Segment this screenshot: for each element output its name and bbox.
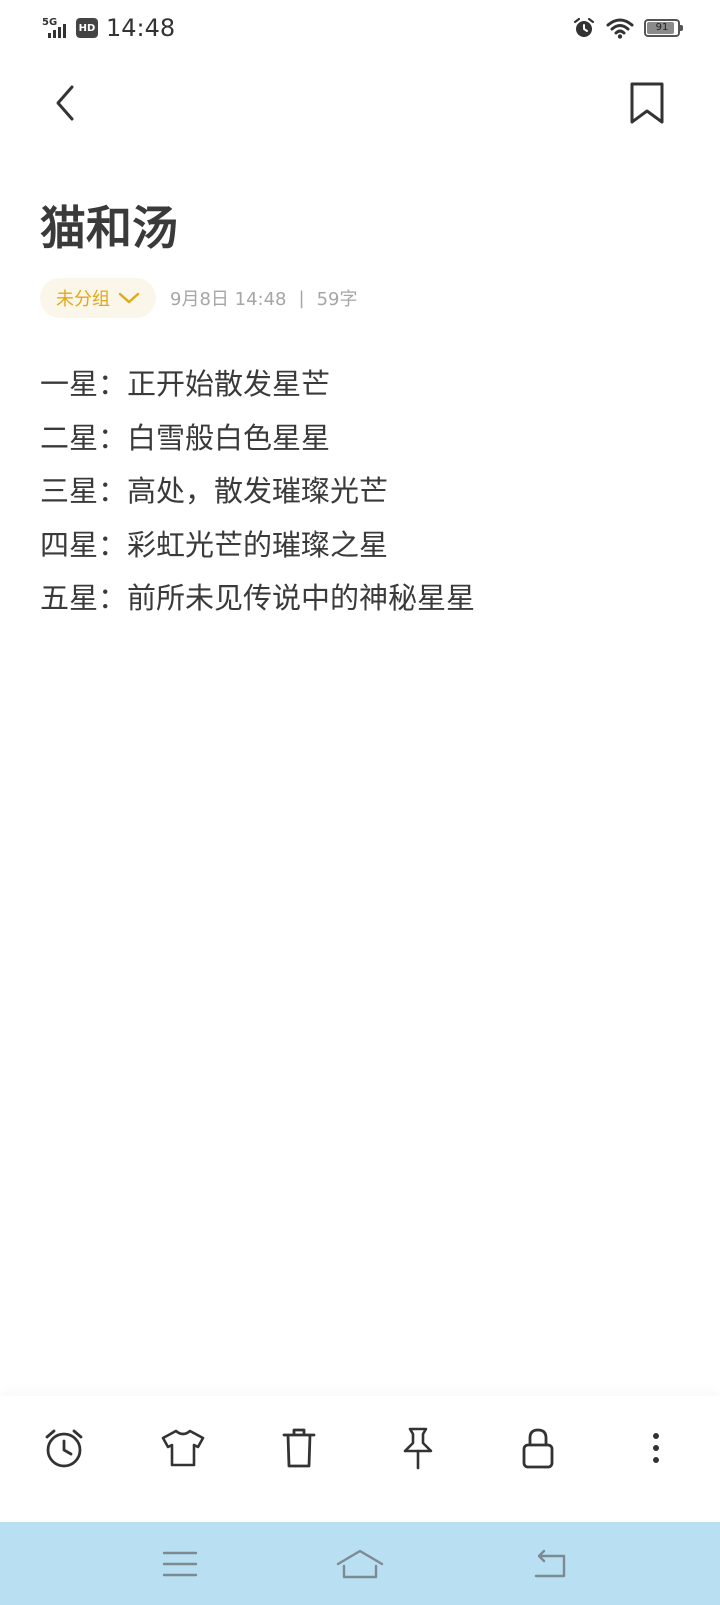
trash-icon bbox=[281, 1427, 317, 1469]
status-time: 14:48 bbox=[106, 14, 176, 42]
nav-back-button[interactable] bbox=[520, 1534, 580, 1594]
lock-button[interactable] bbox=[510, 1420, 566, 1476]
meta-info: 9月8日 14:48 | 59字 bbox=[170, 285, 357, 311]
note-meta: 未分组 9月8日 14:48 | 59字 bbox=[40, 278, 357, 318]
signal-icon: 5G bbox=[40, 14, 74, 42]
alarm-icon bbox=[42, 1426, 86, 1470]
system-nav-bar bbox=[0, 1522, 720, 1605]
chevron-left-icon bbox=[50, 83, 80, 123]
back-button[interactable] bbox=[40, 78, 90, 128]
meta-separator: | bbox=[298, 287, 305, 309]
nav-menu-button[interactable] bbox=[150, 1534, 210, 1594]
home-icon bbox=[336, 1548, 384, 1580]
status-right: 91 bbox=[572, 14, 683, 42]
header-bar bbox=[0, 68, 720, 138]
bookmark-button[interactable] bbox=[622, 78, 672, 128]
reminder-button[interactable] bbox=[36, 1420, 92, 1476]
word-count: 59字 bbox=[316, 289, 358, 310]
note-title[interactable]: 猫和汤 bbox=[40, 198, 178, 258]
note-date: 9月8日 14:48 bbox=[170, 289, 287, 310]
pin-button[interactable] bbox=[390, 1420, 446, 1476]
back-icon bbox=[530, 1548, 570, 1580]
group-label: 未分组 bbox=[56, 289, 110, 310]
chevron-down-icon bbox=[118, 291, 140, 305]
note-line[interactable]: 五星：前所未见传说中的神秘星星 bbox=[40, 572, 680, 626]
theme-shirt-icon bbox=[160, 1428, 206, 1468]
note-line[interactable]: 三星：高处，散发璀璨光芒 bbox=[40, 465, 680, 519]
note-line[interactable]: 四星：彩虹光芒的璀璨之星 bbox=[40, 519, 680, 573]
more-icon bbox=[651, 1431, 661, 1465]
bookmark-icon bbox=[629, 81, 665, 125]
delete-button[interactable] bbox=[271, 1420, 327, 1476]
note-line[interactable]: 一星：正开始散发星芒 bbox=[40, 358, 680, 412]
more-button[interactable] bbox=[628, 1420, 684, 1476]
bottom-toolbar bbox=[0, 1396, 720, 1522]
pin-icon bbox=[401, 1426, 435, 1470]
nav-home-button[interactable] bbox=[330, 1534, 390, 1594]
battery-level: 91 bbox=[655, 22, 669, 33]
status-bar: 5G HD 14:48 91 bbox=[0, 0, 720, 56]
theme-button[interactable] bbox=[155, 1420, 211, 1476]
battery-icon: 91 bbox=[644, 19, 683, 37]
note-line[interactable]: 二星：白雪般白色星星 bbox=[40, 412, 680, 466]
hd-icon: HD bbox=[76, 18, 98, 38]
status-left: 5G HD 14:48 bbox=[40, 10, 175, 46]
menu-icon bbox=[162, 1550, 198, 1578]
alarm-icon bbox=[572, 16, 596, 40]
group-selector[interactable]: 未分组 bbox=[40, 278, 156, 318]
wifi-icon bbox=[606, 17, 634, 39]
note-body[interactable]: 一星：正开始散发星芒 二星：白雪般白色星星 三星：高处，散发璀璨光芒 四星：彩虹… bbox=[40, 358, 680, 626]
lock-icon bbox=[521, 1426, 555, 1470]
